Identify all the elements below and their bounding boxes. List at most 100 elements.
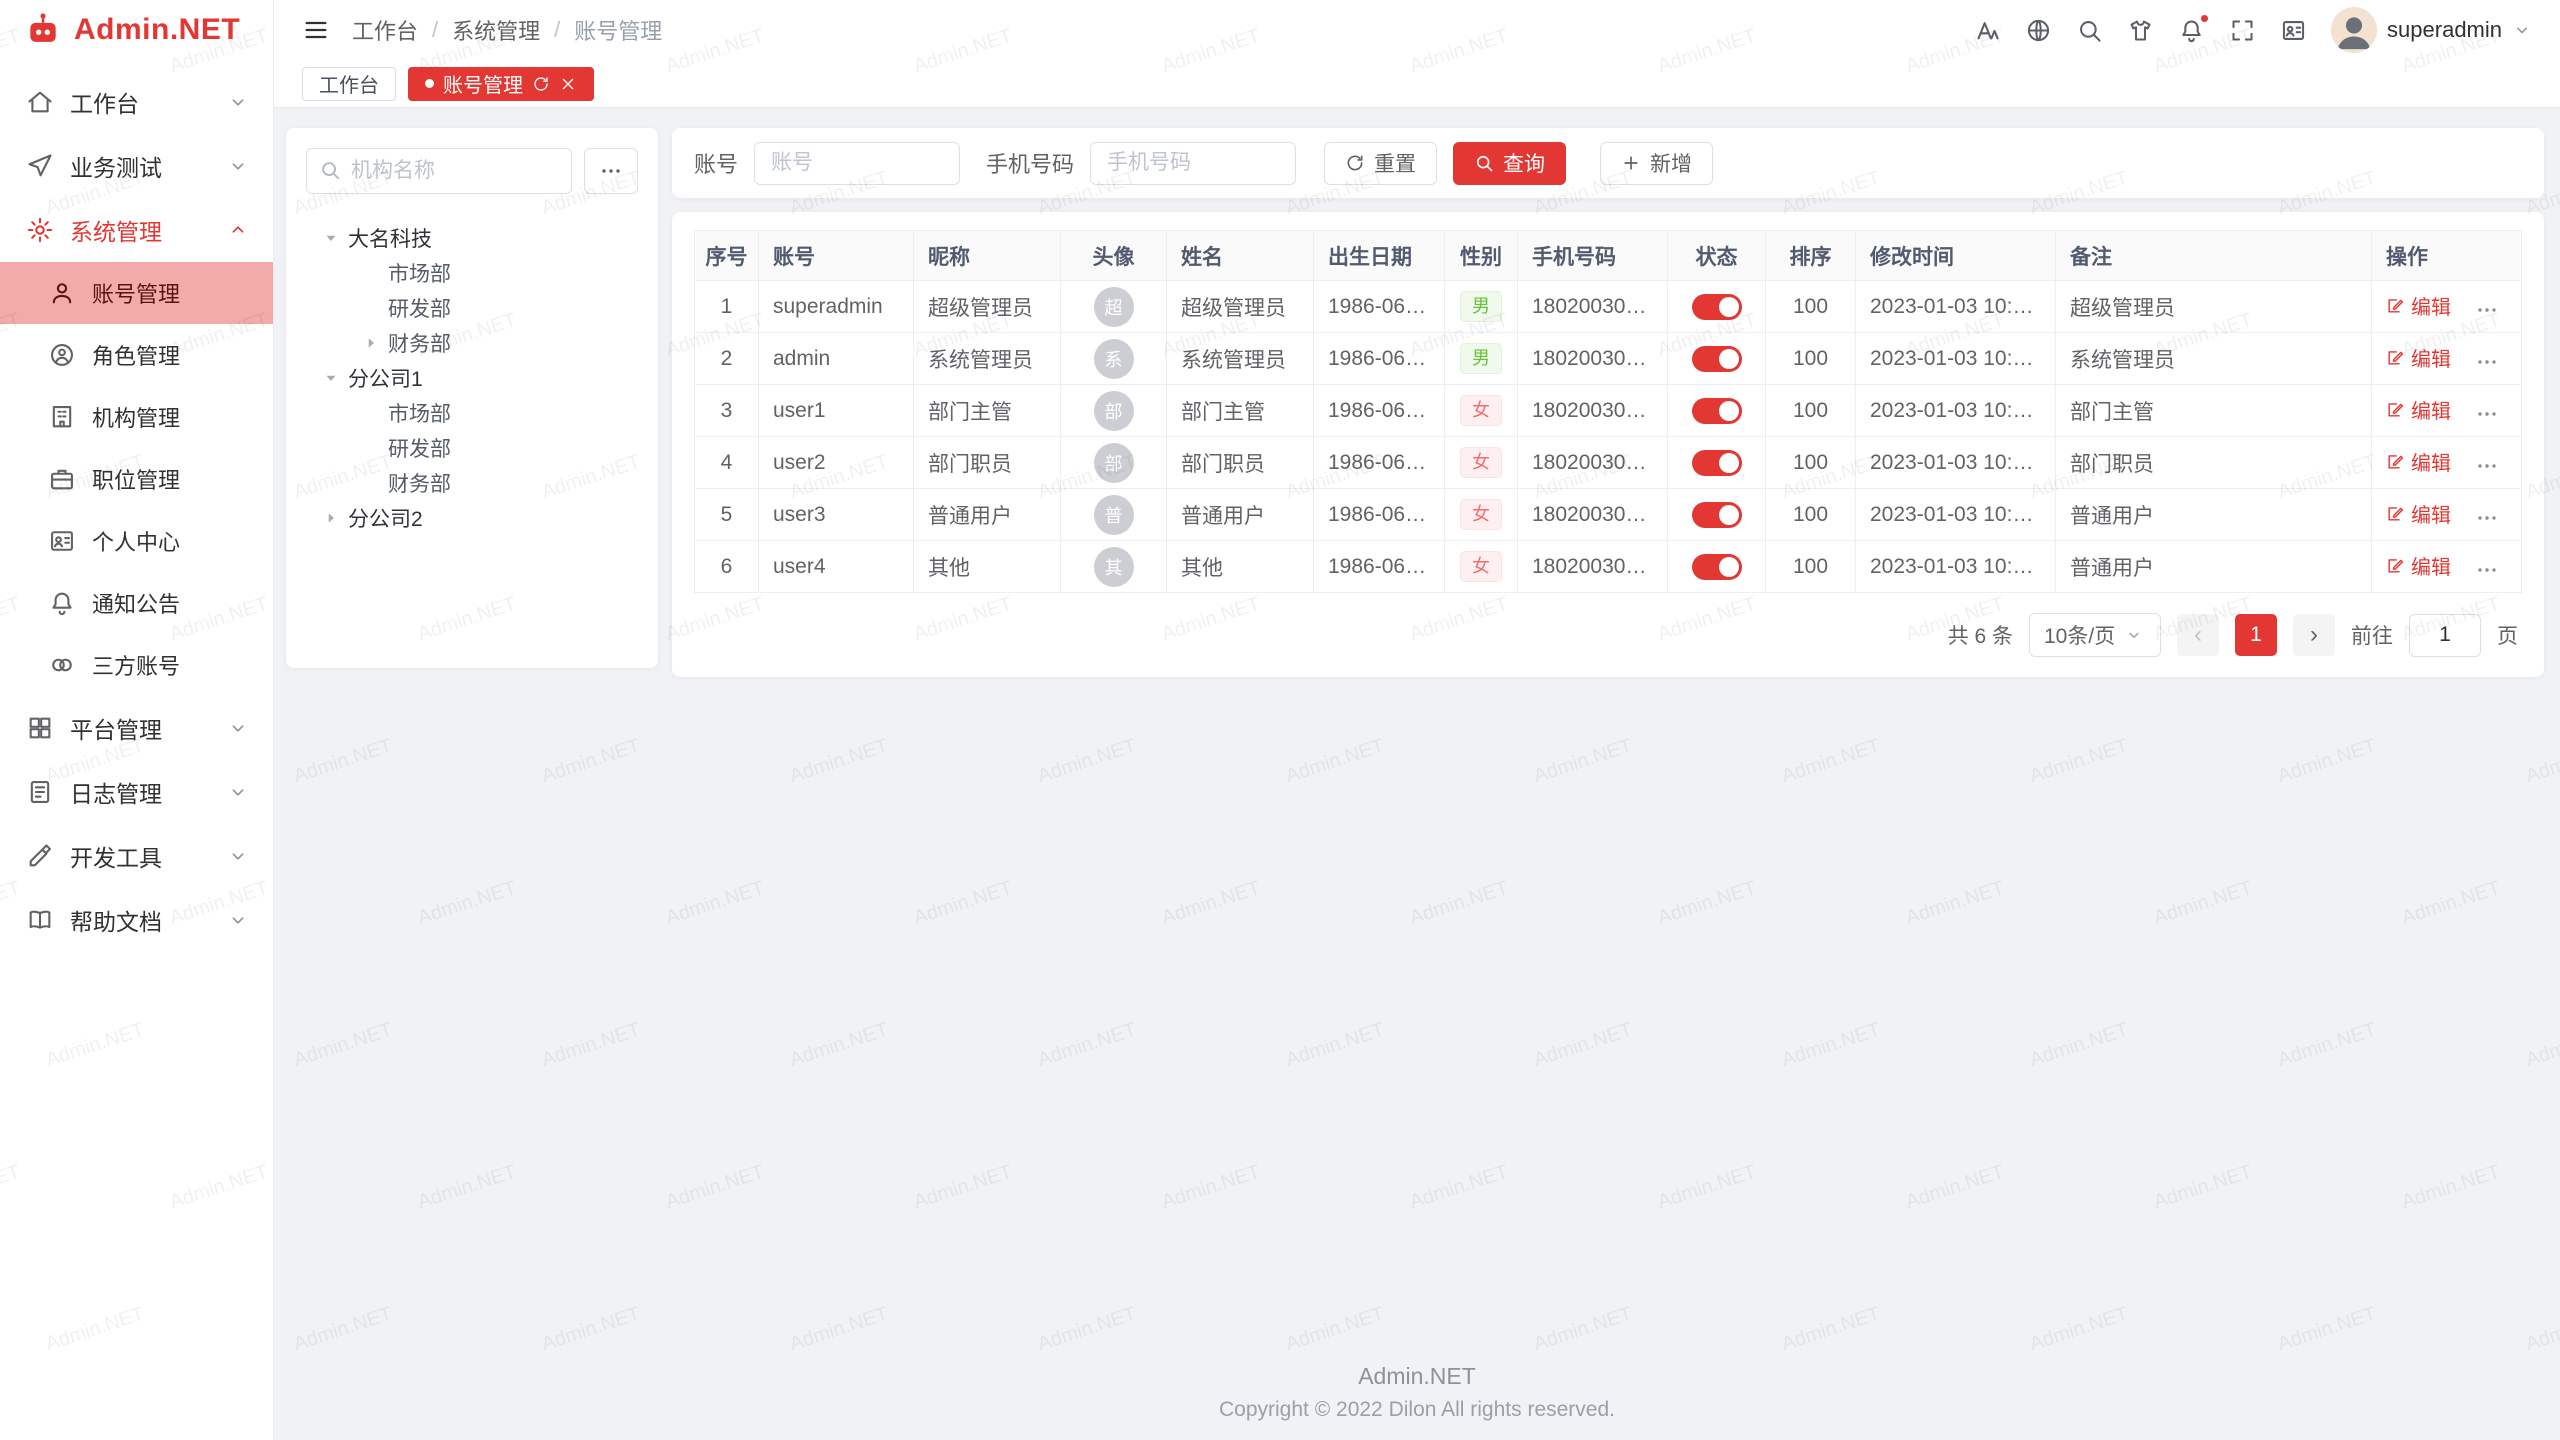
org-icon bbox=[48, 403, 76, 431]
tree-more-button[interactable] bbox=[584, 148, 638, 194]
avatar: 其 bbox=[1094, 547, 1134, 587]
edit-button[interactable]: 编辑 bbox=[2386, 395, 2451, 424]
edit-button[interactable]: 编辑 bbox=[2386, 551, 2451, 580]
cell-remark: 部门职员 bbox=[2056, 437, 2372, 489]
sidebar-item-system[interactable]: 系统管理 bbox=[0, 198, 273, 262]
tree-node[interactable]: 市场部 bbox=[306, 255, 638, 290]
edit-button[interactable]: 编辑 bbox=[2386, 447, 2451, 476]
tree-node[interactable]: 研发部 bbox=[306, 430, 638, 465]
app-root: Admin.NET 工作台 业务测试 系统管理 账号管理 角色管理 机构管理 职… bbox=[0, 0, 2560, 1440]
profile-icon[interactable] bbox=[2280, 17, 2307, 44]
caret-right-icon[interactable] bbox=[362, 334, 388, 352]
org-search-input[interactable] bbox=[306, 148, 572, 194]
status-toggle[interactable] bbox=[1692, 346, 1742, 372]
sidebar-item-platform[interactable]: 平台管理 bbox=[0, 696, 273, 760]
prev-page-button[interactable]: ‹ bbox=[2177, 614, 2219, 656]
menu-collapse-icon[interactable] bbox=[302, 16, 330, 44]
caret-down-icon[interactable] bbox=[322, 229, 348, 247]
status-toggle[interactable] bbox=[1692, 398, 1742, 424]
sidebar-item-position[interactable]: 职位管理 bbox=[0, 448, 273, 510]
link-icon bbox=[48, 651, 76, 679]
status-toggle[interactable] bbox=[1692, 450, 1742, 476]
tree-node[interactable]: 分公司2 bbox=[306, 500, 638, 535]
grid-icon bbox=[26, 714, 54, 742]
font-size-icon[interactable] bbox=[1974, 17, 2001, 44]
sidebar-item-role[interactable]: 角色管理 bbox=[0, 324, 273, 386]
tools-icon bbox=[26, 842, 54, 870]
skin-icon[interactable] bbox=[2127, 17, 2154, 44]
cell-index: 1 bbox=[695, 281, 759, 333]
row-more-button[interactable] bbox=[2475, 350, 2499, 374]
tab-workbench[interactable]: 工作台 bbox=[302, 67, 396, 101]
tab-account[interactable]: 账号管理 bbox=[408, 67, 594, 101]
edit-button[interactable]: 编辑 bbox=[2386, 343, 2451, 372]
close-tab-icon[interactable] bbox=[559, 75, 577, 93]
status-toggle[interactable] bbox=[1692, 554, 1742, 580]
breadcrumb-item[interactable]: 系统管理 bbox=[452, 14, 540, 46]
sidebar-item-notice[interactable]: 通知公告 bbox=[0, 572, 273, 634]
refresh-tab-icon[interactable] bbox=[532, 75, 550, 93]
tree-node[interactable]: 市场部 bbox=[306, 395, 638, 430]
user-menu[interactable]: superadmin bbox=[2331, 7, 2532, 53]
notification-icon[interactable] bbox=[2178, 17, 2205, 44]
column-header: 排序 bbox=[1766, 231, 1856, 281]
tree-node[interactable]: 分公司1 bbox=[306, 360, 638, 395]
status-toggle[interactable] bbox=[1692, 502, 1742, 528]
row-more-button[interactable] bbox=[2475, 454, 2499, 478]
tree-node[interactable]: 财务部 bbox=[306, 465, 638, 500]
cell-account: superadmin bbox=[759, 281, 914, 333]
app-logo[interactable]: Admin.NET bbox=[0, 0, 273, 60]
globe-icon[interactable] bbox=[2025, 17, 2052, 44]
sidebar-item-label: 职位管理 bbox=[92, 463, 180, 495]
query-button[interactable]: 查询 bbox=[1453, 142, 1566, 185]
caret-down-icon[interactable] bbox=[322, 369, 348, 387]
cell-name: 超级管理员 bbox=[1167, 281, 1314, 333]
row-more-button[interactable] bbox=[2475, 298, 2499, 322]
add-button[interactable]: 新增 bbox=[1600, 142, 1713, 185]
gender-tag: 男 bbox=[1460, 343, 1502, 374]
page-size-select[interactable]: 10条/页 bbox=[2029, 613, 2161, 657]
phone-filter-input[interactable] bbox=[1090, 142, 1296, 185]
row-more-button[interactable] bbox=[2475, 558, 2499, 582]
table-row: 5 user3 普通用户 普 普通用户 1986-06-28 女 1802003… bbox=[695, 489, 2522, 541]
home-icon bbox=[26, 88, 54, 116]
next-page-button[interactable]: › bbox=[2293, 614, 2335, 656]
tree-node[interactable]: 财务部 bbox=[306, 325, 638, 360]
sidebar-item-account[interactable]: 账号管理 bbox=[0, 262, 273, 324]
sidebar-item-log[interactable]: 日志管理 bbox=[0, 760, 273, 824]
sidebar-item-workbench[interactable]: 工作台 bbox=[0, 70, 273, 134]
sidebar-item-devtools[interactable]: 开发工具 bbox=[0, 824, 273, 888]
edit-icon bbox=[2386, 296, 2405, 315]
table-body: 1 superadmin 超级管理员 超 超级管理员 1986-06-28 男 … bbox=[695, 281, 2522, 593]
account-filter-input[interactable] bbox=[754, 142, 960, 185]
edit-button[interactable]: 编辑 bbox=[2386, 499, 2451, 528]
row-more-button[interactable] bbox=[2475, 506, 2499, 530]
status-toggle[interactable] bbox=[1692, 294, 1742, 320]
edit-button[interactable]: 编辑 bbox=[2386, 291, 2451, 320]
page-1-button[interactable]: 1 bbox=[2235, 614, 2277, 656]
breadcrumb-item[interactable]: 工作台 bbox=[352, 14, 418, 46]
reset-button[interactable]: 重置 bbox=[1324, 142, 1437, 185]
caret-spacer bbox=[362, 299, 388, 317]
breadcrumb-item[interactable]: 账号管理 bbox=[574, 14, 662, 46]
sidebar-item-help[interactable]: 帮助文档 bbox=[0, 888, 273, 952]
sidebar-item-third-party[interactable]: 三方账号 bbox=[0, 634, 273, 696]
cell-modified: 2023-01-03 10:59:44 bbox=[1856, 281, 2056, 333]
fullscreen-icon[interactable] bbox=[2229, 17, 2256, 44]
caret-right-icon[interactable] bbox=[322, 509, 348, 527]
sidebar-item-profile-center[interactable]: 个人中心 bbox=[0, 510, 273, 572]
goto-page-input[interactable] bbox=[2409, 614, 2481, 657]
sidebar-item-org[interactable]: 机构管理 bbox=[0, 386, 273, 448]
search-icon[interactable] bbox=[2076, 17, 2103, 44]
cell-remark: 系统管理员 bbox=[2056, 333, 2372, 385]
search-icon bbox=[319, 159, 341, 181]
tree-node[interactable]: 大名科技 bbox=[306, 220, 638, 255]
sidebar-item-label: 帮助文档 bbox=[70, 903, 162, 937]
cell-index: 6 bbox=[695, 541, 759, 593]
tree-node[interactable]: 研发部 bbox=[306, 290, 638, 325]
sidebar-item-business-test[interactable]: 业务测试 bbox=[0, 134, 273, 198]
header-actions: superadmin bbox=[1974, 7, 2532, 53]
cell-remark: 普通用户 bbox=[2056, 489, 2372, 541]
row-more-button[interactable] bbox=[2475, 402, 2499, 426]
column-header: 昵称 bbox=[914, 231, 1061, 281]
